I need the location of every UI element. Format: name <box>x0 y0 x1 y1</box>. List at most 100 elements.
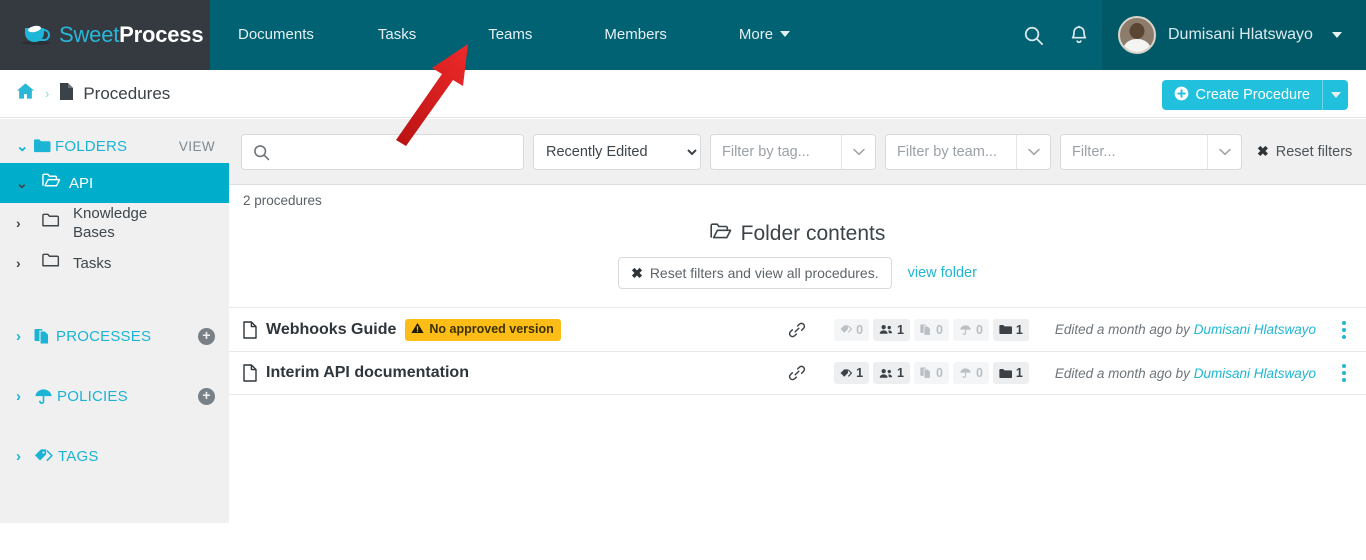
reset-and-view-all-button[interactable]: ✖ Reset filters and view all procedures. <box>618 257 892 289</box>
chip-folder[interactable]: 1 <box>993 362 1029 384</box>
chip-policy[interactable]: 0 <box>953 362 989 384</box>
content-area: 2 procedures Folder contents ✖ Reset fil… <box>229 185 1366 560</box>
nav-item-documents[interactable]: Documents <box>210 0 342 70</box>
chip-process-count: 0 <box>936 323 943 337</box>
table-row[interactable]: Interim API documentation 1 <box>229 351 1366 395</box>
link-icon[interactable] <box>788 321 806 339</box>
create-procedure-button[interactable]: Create Procedure <box>1162 80 1348 110</box>
chip-process[interactable]: 0 <box>914 319 949 341</box>
folder-contents-actions: ✖ Reset filters and view all procedures.… <box>229 257 1366 289</box>
reset-filters-label: Reset filters <box>1276 144 1353 160</box>
add-process-button[interactable]: + <box>198 328 215 345</box>
chip-tag-count: 1 <box>856 366 863 380</box>
file-icon <box>243 321 257 339</box>
chevron-right-icon[interactable]: › <box>16 448 34 465</box>
user-menu[interactable]: Dumisani Hlatswayo <box>1102 0 1366 70</box>
brand-logo-area[interactable]: SweetProcess <box>0 0 210 70</box>
bell-icon[interactable] <box>1056 0 1102 70</box>
chevron-down-icon[interactable]: ⌄ <box>16 137 34 155</box>
link-icon[interactable] <box>788 364 806 382</box>
chip-folder[interactable]: 1 <box>993 319 1029 341</box>
chevron-down-icon <box>1332 32 1342 38</box>
nav-item-members[interactable]: Members <box>568 0 703 70</box>
sidebar-folder-tasks[interactable]: › Tasks <box>0 243 229 283</box>
procedure-count: 2 procedures <box>229 185 1366 208</box>
chevron-right-icon[interactable]: › <box>16 215 34 231</box>
breadcrumb-current: Procedures <box>83 84 170 104</box>
chip-team[interactable]: 1 <box>873 319 910 341</box>
edited-info: Edited a month ago by Dumisani Hlatswayo <box>1055 322 1316 337</box>
chevron-right-icon[interactable]: › <box>16 255 34 271</box>
add-policy-button[interactable]: + <box>198 388 215 405</box>
edited-by-link[interactable]: Dumisani Hlatswayo <box>1194 366 1316 381</box>
chip-tag[interactable]: 0 <box>834 319 869 341</box>
brand-sweet-text: Sweet <box>59 22 119 47</box>
kebab-menu-icon[interactable] <box>1336 321 1352 339</box>
folder-open-icon <box>42 173 61 193</box>
document-title[interactable]: Webhooks Guide <box>266 321 396 339</box>
nav-item-more[interactable]: More <box>703 0 826 70</box>
nav-item-teams[interactable]: Teams <box>452 0 568 70</box>
edited-by-link[interactable]: Dumisani Hlatswayo <box>1194 322 1316 337</box>
reset-filters-button[interactable]: ✖ Reset filters <box>1257 143 1352 160</box>
folder-icon <box>42 253 61 273</box>
chevron-down-icon[interactable] <box>1016 135 1050 169</box>
home-icon[interactable] <box>16 82 35 105</box>
create-procedure-dropdown[interactable] <box>1322 80 1348 110</box>
search-input[interactable] <box>242 135 523 169</box>
chip-process-count: 0 <box>936 366 943 380</box>
table-row[interactable]: Webhooks Guide No approved version <box>229 307 1366 351</box>
sidebar: ⌄ FOLDERS VIEW ⌄ API › <box>0 119 229 523</box>
search-icon <box>253 144 270 166</box>
chevron-right-icon[interactable]: › <box>16 388 34 405</box>
nav-item-tasks[interactable]: Tasks <box>342 0 452 70</box>
view-folder-link[interactable]: view folder <box>908 265 977 281</box>
chevron-down-icon[interactable] <box>841 135 875 169</box>
document-list: Webhooks Guide No approved version <box>229 307 1366 395</box>
chip-team[interactable]: 1 <box>873 362 910 384</box>
sidebar-section-tags[interactable]: › TAGS <box>0 439 229 473</box>
user-avatar <box>1118 16 1156 54</box>
brand-wordmark: SweetProcess <box>59 22 203 48</box>
nav-item-more-label: More <box>739 26 773 43</box>
chip-policy[interactable]: 0 <box>953 319 989 341</box>
search-input-wrapper[interactable] <box>241 134 524 170</box>
top-navigation-bar: SweetProcess Documents Tasks Teams Membe… <box>0 0 1366 70</box>
status-badge: No approved version <box>405 319 560 341</box>
chevron-right-icon[interactable]: › <box>16 328 34 345</box>
sidebar-section-processes[interactable]: › PROCESSES + <box>0 319 229 353</box>
chip-tag[interactable]: 1 <box>834 362 869 384</box>
sidebar-folder-tasks-label: Tasks <box>69 254 111 273</box>
x-icon: ✖ <box>631 265 643 282</box>
folder-contents-title: Folder contents <box>710 222 886 246</box>
chevron-down-icon[interactable]: ⌄ <box>16 175 34 192</box>
sort-select[interactable]: Recently Edited <box>533 134 701 170</box>
create-procedure-main[interactable]: Create Procedure <box>1162 80 1322 110</box>
sidebar-section-policies[interactable]: › POLICIES + <box>0 379 229 413</box>
kebab-menu-icon[interactable] <box>1336 364 1352 382</box>
user-name: Dumisani Hlatswayo <box>1168 26 1313 44</box>
sidebar-folder-api[interactable]: ⌄ API <box>0 163 229 203</box>
tags-icon <box>34 448 54 464</box>
folder-icon <box>42 213 61 233</box>
processes-icon <box>34 328 52 345</box>
document-title[interactable]: Interim API documentation <box>266 364 469 382</box>
folder-contents-title-text: Folder contents <box>741 222 886 246</box>
sidebar-section-folders[interactable]: ⌄ FOLDERS VIEW <box>0 129 229 163</box>
search-icon[interactable] <box>1010 0 1056 70</box>
coffee-cup-logo <box>22 23 52 47</box>
generic-filter-select[interactable]: Filter... <box>1060 134 1242 170</box>
meta-chips: 1 1 0 0 <box>834 362 1029 384</box>
sidebar-folders-view-link[interactable]: VIEW <box>179 139 215 154</box>
sidebar-folder-knowledge-bases[interactable]: › Knowledge Bases <box>0 203 229 243</box>
brand-process-text: Process <box>119 22 203 47</box>
sidebar-tags-label: TAGS <box>58 448 99 465</box>
chip-team-count: 1 <box>897 366 904 380</box>
x-icon: ✖ <box>1257 143 1269 160</box>
row-meta: 0 1 0 0 <box>788 319 1352 341</box>
team-filter-placeholder: Filter by team... <box>886 144 1016 160</box>
chevron-down-icon[interactable] <box>1207 135 1241 169</box>
tag-filter-select[interactable]: Filter by tag... <box>710 134 876 170</box>
chip-process[interactable]: 0 <box>914 362 949 384</box>
team-filter-select[interactable]: Filter by team... <box>885 134 1051 170</box>
